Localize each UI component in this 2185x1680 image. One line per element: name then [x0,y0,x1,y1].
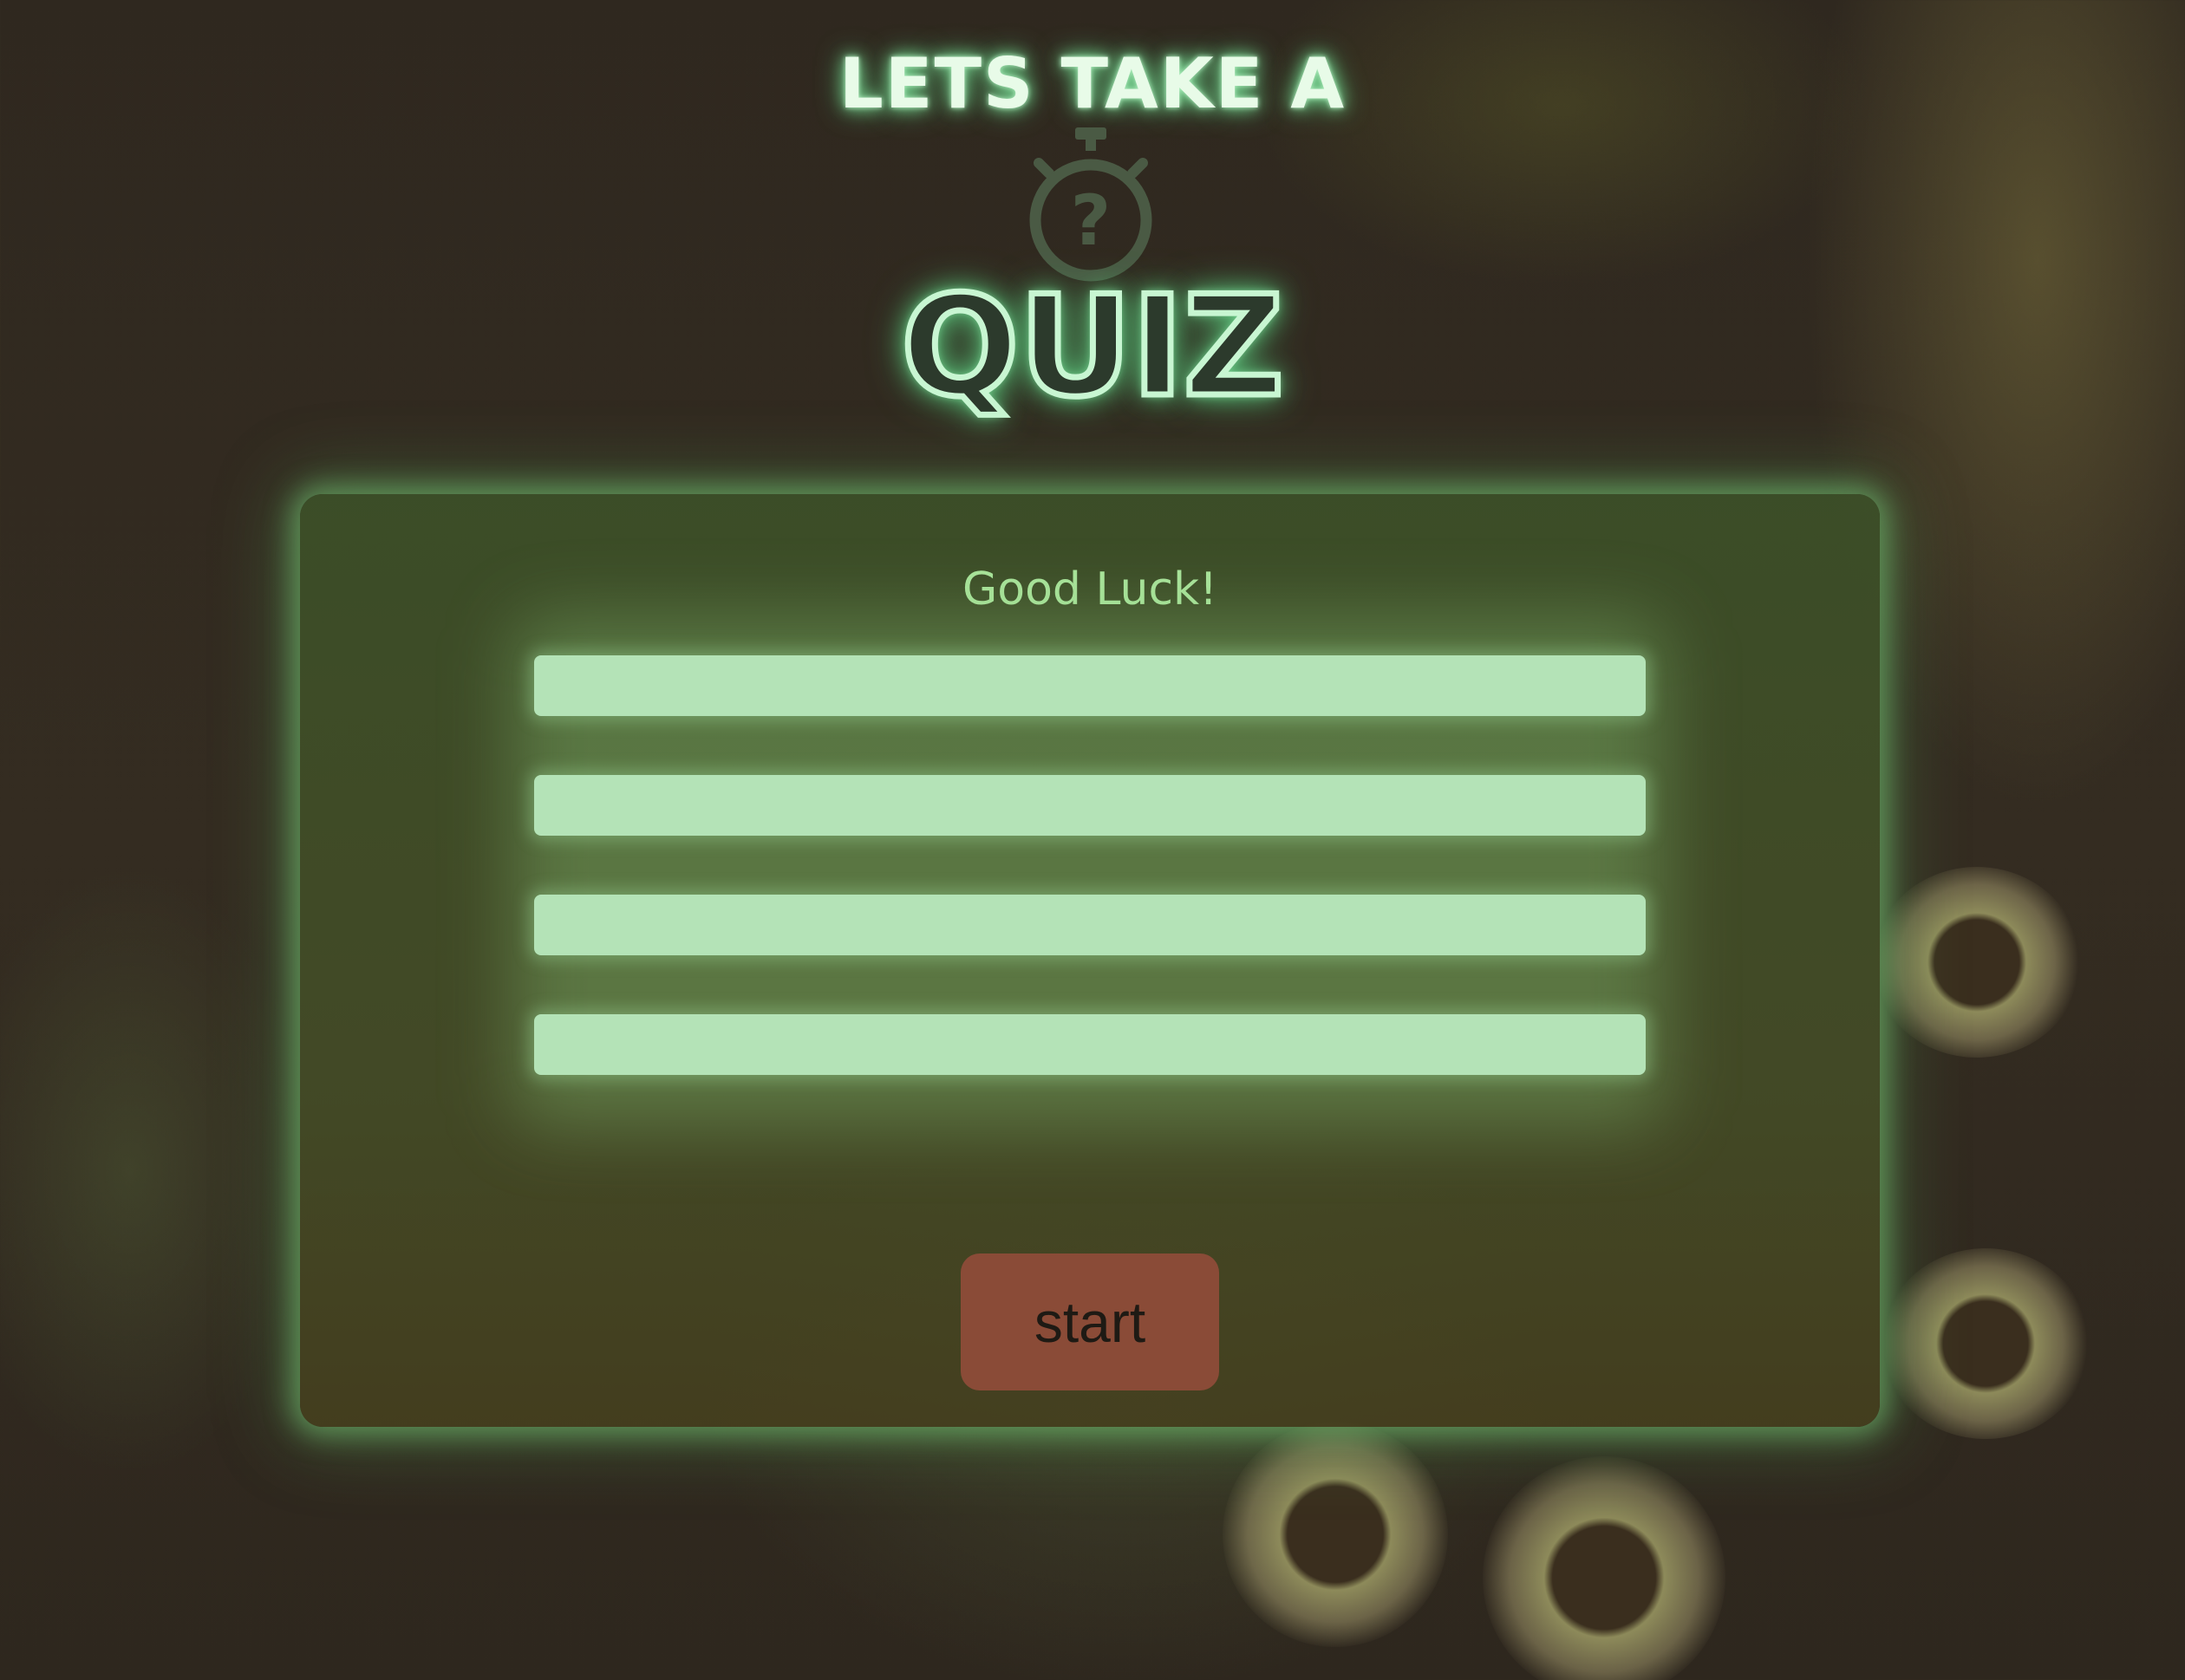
title-top: LETS TAKE A [838,43,1347,124]
start-button[interactable]: start [961,1253,1219,1390]
background-flower [1223,1422,1448,1647]
background-flower [1882,1248,2090,1439]
answer-button-1[interactable] [534,655,1646,716]
answer-button-3[interactable] [534,895,1646,955]
stopwatch-question-icon: ? [1029,127,1152,282]
quiz-header: LETS TAKE A ? QUIZ [0,0,2185,433]
answer-button-2[interactable] [534,775,1646,836]
answer-button-4[interactable] [534,1014,1646,1075]
background-flower [1483,1456,1725,1680]
title-main: QUIZ [898,265,1287,427]
svg-text:?: ? [1071,180,1111,261]
quiz-heading: Good Luck! [962,563,1218,615]
background-flower [1873,867,2081,1058]
quiz-card: Good Luck! start [300,494,1880,1427]
